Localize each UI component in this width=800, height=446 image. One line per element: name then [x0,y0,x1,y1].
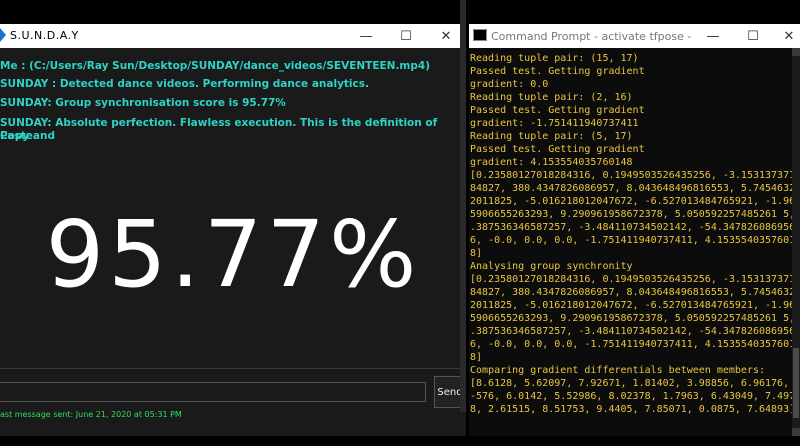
console-line: -576, 6.0142, 5.52986, 8.02378, 1.7963, … [470,391,792,402]
chat-message-sunday: SUNDAY : Detected dance videos. Performi… [0,78,369,90]
console-line: Passed test. Getting gradient [470,144,645,155]
sync-score-display: 95.77% [45,201,421,308]
scroll-down-arrow-icon[interactable] [792,428,800,436]
console-line: Passed test. Getting gradient [470,66,645,77]
chat-message-sunday: SUNDAY: Group synchronisation score is 9… [0,97,286,109]
cmd-close-button[interactable]: ✕ [769,24,800,48]
console-line: .387536346587257, -3.484110734502142, -5… [470,222,792,233]
maximize-button[interactable]: ☐ [386,24,426,48]
console-line: 2011825, -5.016218012047672, -6.52701348… [470,300,792,311]
cmd-window-title: Command Prompt - activate tfpose - pytho… [491,30,691,43]
cmd-minimize-button[interactable]: — [693,24,733,48]
console-line: Reading tuple pair: (5, 17) [470,131,633,142]
console-line: 8] [470,248,483,259]
cmd-maximize-button[interactable]: ☐ [733,24,773,48]
console-line: gradient: 0.0 [470,79,549,90]
terminal-icon [473,29,487,41]
console-line: 8, 2.61515, 8.51753, 9.4405, 7.85071, 0.… [470,404,792,415]
message-input[interactable] [0,382,426,402]
console-line: [0.23580127018284316, 0.1949503526435256… [470,274,792,285]
divider [0,368,460,369]
console-output: Reading tuple pair: (15, 17) Passed test.… [470,52,792,436]
console-line: gradient: -1.751411940737411 [470,118,639,129]
sunday-titlebar[interactable]: S.U.N.D.A.Y — ☐ ✕ [0,24,466,48]
console-line: Reading tuple pair: (2, 16) [470,92,633,103]
chat-message-sunday-cont: Paste. [0,130,37,142]
app-icon [0,28,6,42]
console-line: Analysing group synchronity [470,261,633,272]
console-line: [0.23580127018284316, 0.1949503526435256… [470,170,792,181]
console-line: 6, -0.0, 0.0, 0.0, -1.751411940737411, 4… [470,339,792,350]
console-line: Reading tuple pair: (15, 17) [470,53,639,64]
console-line: gradient: 4.153554035760148 [470,157,633,168]
console-line: .387536346587257, -3.484110734502142, -5… [470,326,792,337]
scroll-thumb[interactable] [793,348,799,418]
cmd-titlebar[interactable]: Command Prompt - activate tfpose - pytho… [469,24,800,48]
console-line: 5906655263293, 9.290961958672378, 5.0505… [470,313,792,324]
chat-message-user: Me : (C:/Users/Ray Sun/Desktop/SUNDAY/da… [0,60,430,72]
last-message-status: ast message sent: June 21, 2020 at 05:31… [0,410,182,419]
window-title: S.U.N.D.A.Y [10,29,79,42]
console-line: 84827, 380.4347826086957, 8.043648496816… [470,287,792,298]
minimize-button[interactable]: — [346,24,386,48]
console-scrollbar[interactable] [792,48,800,436]
console-line: 84827, 380.4347826086957, 8.043648496816… [470,183,792,194]
console-line: Passed test. Getting gradient [470,105,645,116]
console-line: 6, -0.0, 0.0, 0.0, -1.751411940737411, 4… [470,235,792,246]
console-line: 2011825, -5.016218012047672, -6.52701348… [470,196,792,207]
console-line: 8] [470,352,483,363]
console-line: [8.6128, 5.62097, 7.92671, 1.81402, 3.98… [470,378,792,389]
scroll-up-arrow-icon[interactable] [792,48,800,56]
console-line: Comparing gradient differentials between… [470,365,766,376]
console-line: 5906655263293, 9.290961958672378, 5.0505… [470,209,792,220]
